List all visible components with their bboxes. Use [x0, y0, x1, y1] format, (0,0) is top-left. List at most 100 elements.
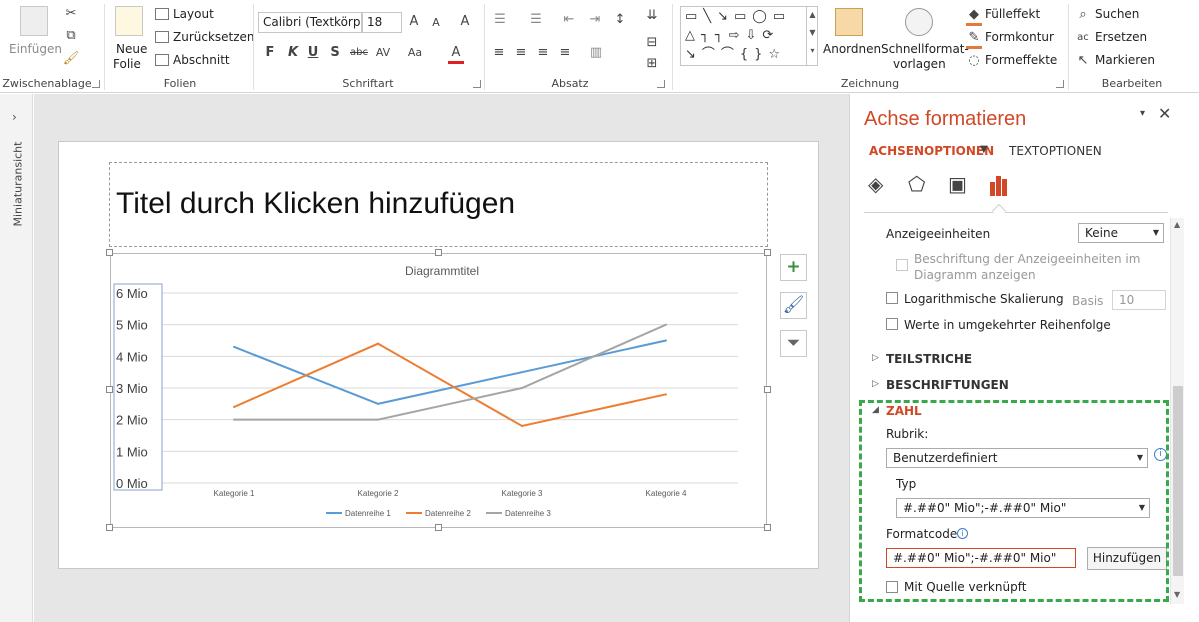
clipboard-launcher-icon[interactable]: [92, 80, 100, 88]
section-labels[interactable]: BESCHRIFTUNGEN: [886, 378, 1009, 392]
fill-line-icon[interactable]: ◈: [868, 172, 883, 196]
pane-options-icon[interactable]: ▾: [1140, 108, 1145, 119]
log-scale-checkbox[interactable]: [886, 292, 898, 304]
quickstyles-button[interactable]: Schnellformat-: [881, 42, 969, 56]
layout-icon[interactable]: [155, 8, 169, 20]
close-icon[interactable]: ✕: [1158, 104, 1171, 123]
replace-icon[interactable]: ac: [1075, 30, 1091, 46]
chart-handle[interactable]: [764, 386, 771, 393]
expand-labels-icon[interactable]: ▷: [872, 379, 879, 389]
expand-ticks-icon[interactable]: ▷: [872, 353, 879, 363]
drawing-launcher-icon[interactable]: [1056, 80, 1064, 88]
show-units-label-text: Beschriftung der Anzeigeeinheiten im: [914, 252, 1141, 266]
chart-handle[interactable]: [435, 249, 442, 256]
tab-text-options[interactable]: TEXTOPTIONEN: [1009, 144, 1102, 158]
quickstyles-button-line2[interactable]: vorlagen: [893, 57, 946, 71]
shape-outline-button[interactable]: Formkontur: [985, 30, 1054, 44]
bullets-icon[interactable]: ☰: [490, 12, 510, 28]
scroll-up-icon[interactable]: ▲: [1174, 220, 1180, 229]
size-properties-icon[interactable]: ▣: [948, 172, 967, 196]
arrange-icon[interactable]: [835, 8, 863, 36]
scroll-down-icon[interactable]: ▼: [1174, 590, 1180, 599]
new-slide-icon[interactable]: [115, 6, 143, 36]
chart-elements-button[interactable]: +: [780, 254, 807, 281]
find-button[interactable]: Suchen: [1095, 7, 1139, 21]
shapes-gallery-scroll[interactable]: ▲ ▼ ▾: [806, 6, 818, 66]
bold-icon[interactable]: F: [263, 45, 277, 61]
italic-icon[interactable]: K: [286, 45, 300, 61]
select-icon[interactable]: ↖: [1075, 53, 1091, 69]
justify-icon[interactable]: ≡: [556, 45, 574, 61]
clear-format-icon[interactable]: A: [457, 14, 473, 30]
section-button[interactable]: Abschnitt: [173, 53, 230, 67]
font-color-icon[interactable]: A: [448, 45, 464, 64]
reset-button[interactable]: Zurücksetzen: [173, 30, 255, 44]
align-center-icon[interactable]: ≡: [512, 45, 530, 61]
chart-handle[interactable]: [106, 249, 113, 256]
numbering-icon[interactable]: ☰: [526, 12, 546, 28]
cut-icon[interactable]: ✂: [62, 6, 80, 22]
shadow-icon[interactable]: S: [328, 45, 342, 61]
shape-fill-icon[interactable]: ◆: [966, 7, 982, 26]
line-spacing-icon[interactable]: ↕: [610, 12, 630, 28]
strikethrough-icon[interactable]: abc: [348, 45, 370, 61]
align-text-icon[interactable]: ⊟: [642, 35, 662, 51]
quickstyles-icon[interactable]: [905, 8, 933, 36]
new-slide-button-line2[interactable]: Folie: [113, 57, 141, 71]
char-spacing-icon[interactable]: AV: [372, 45, 394, 61]
select-button[interactable]: Markieren: [1095, 53, 1155, 67]
font-size-select[interactable]: 18: [362, 12, 402, 33]
chart-handle[interactable]: [106, 386, 113, 393]
new-slide-button[interactable]: Neue: [116, 42, 147, 56]
copy-icon[interactable]: ⧉: [62, 28, 80, 44]
chevron-down-icon[interactable]: ▼: [980, 144, 988, 155]
axis-options-icon[interactable]: [990, 174, 1012, 196]
chart-object[interactable]: Diagrammtitel 0 Mio 1 Mio 2 Mio 3 Mio 4 Mio 5 …: [110, 253, 767, 528]
columns-icon[interactable]: ▥: [586, 45, 606, 61]
chart-handle[interactable]: [764, 249, 771, 256]
grow-font-icon[interactable]: A: [407, 14, 421, 30]
section-tickmarks[interactable]: TEILSTRICHE: [886, 352, 972, 366]
shape-outline-icon[interactable]: ✎: [966, 30, 982, 49]
underline-icon[interactable]: U: [306, 45, 320, 61]
chart-styles-button[interactable]: 🖌: [780, 292, 807, 319]
shapes-gallery[interactable]: ▭╲↘▭◯▭ △┐┐⇨⇩⟳ ↘⌒⌒{}☆: [680, 6, 818, 66]
arrange-button[interactable]: Anordnen: [823, 42, 881, 56]
shrink-font-icon[interactable]: A: [429, 15, 443, 31]
expand-thumbnails-icon[interactable]: ›: [12, 110, 17, 124]
effects-icon[interactable]: ⬠: [908, 172, 925, 196]
section-icon[interactable]: [155, 54, 169, 66]
chart-filter-icon[interactable]: ⏷: [780, 330, 807, 357]
chart-handle[interactable]: [764, 524, 771, 531]
font-launcher-icon[interactable]: [473, 80, 481, 88]
paste-button[interactable]: Einfügen: [9, 42, 62, 56]
layout-button[interactable]: Layout: [173, 7, 214, 21]
chart-handle[interactable]: [106, 524, 113, 531]
display-units-select[interactable]: Keine ▼: [1078, 223, 1164, 243]
chart-handle[interactable]: [435, 524, 442, 531]
title-placeholder[interactable]: Titel durch Klicken hinzufügen: [109, 162, 768, 247]
scroll-thumb[interactable]: [1173, 386, 1183, 576]
reset-icon[interactable]: [155, 31, 169, 43]
tab-axis-options[interactable]: ACHSENOPTIONEN: [869, 144, 994, 158]
thumbnail-strip[interactable]: › Miniaturansicht: [0, 94, 33, 622]
shape-fill-button[interactable]: Fülleffekt: [985, 7, 1040, 21]
align-left-icon[interactable]: ≡: [490, 45, 508, 61]
align-right-icon[interactable]: ≡: [534, 45, 552, 61]
font-name-select[interactable]: Calibri (Textkörp: [258, 12, 362, 33]
format-painter-icon[interactable]: 🖌: [62, 51, 80, 67]
pane-scrollbar[interactable]: ▲ ▼: [1170, 218, 1184, 604]
replace-button[interactable]: Ersetzen: [1095, 30, 1147, 44]
text-direction-icon[interactable]: ⇊: [642, 8, 662, 24]
shape-effects-button[interactable]: Formeffekte: [985, 53, 1057, 67]
decrease-indent-icon[interactable]: ⇤: [560, 12, 578, 28]
paragraph-launcher-icon[interactable]: [657, 80, 665, 88]
increase-indent-icon[interactable]: ⇥: [586, 12, 604, 28]
change-case-icon[interactable]: Aa: [404, 45, 426, 61]
paste-icon[interactable]: [20, 6, 48, 36]
y-tick-label: 0 Mio: [116, 476, 148, 491]
reverse-order-checkbox[interactable]: [886, 318, 898, 330]
smartart-icon[interactable]: ⊞: [642, 56, 662, 72]
find-icon[interactable]: ⌕: [1075, 7, 1091, 23]
shape-effects-icon[interactable]: ◌: [966, 53, 982, 69]
